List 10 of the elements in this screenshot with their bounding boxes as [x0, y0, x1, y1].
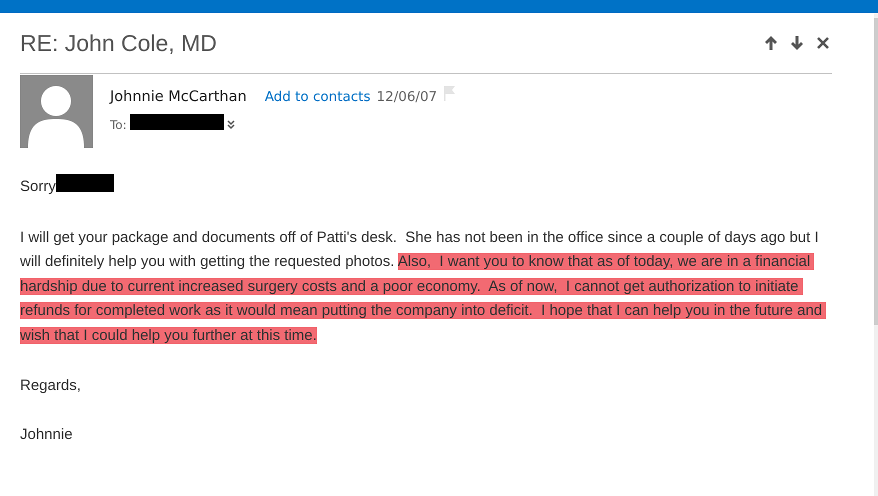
greeting-text: Sorry [20, 177, 56, 197]
body-paragraph: Johnnie [20, 425, 74, 446]
email-subject: RE: John Cole, MD [20, 29, 218, 57]
to-label: To: [110, 118, 127, 132]
sender-name: Johnnie McCarthan [110, 89, 247, 105]
scrollbar[interactable] [874, 13, 878, 496]
body-paragraph: Regards, [20, 376, 82, 396]
add-to-contacts-link[interactable]: Add to contacts [264, 89, 371, 105]
double-chevron-icon[interactable] [226, 120, 235, 130]
email-date: 12/06/07 [376, 89, 438, 105]
